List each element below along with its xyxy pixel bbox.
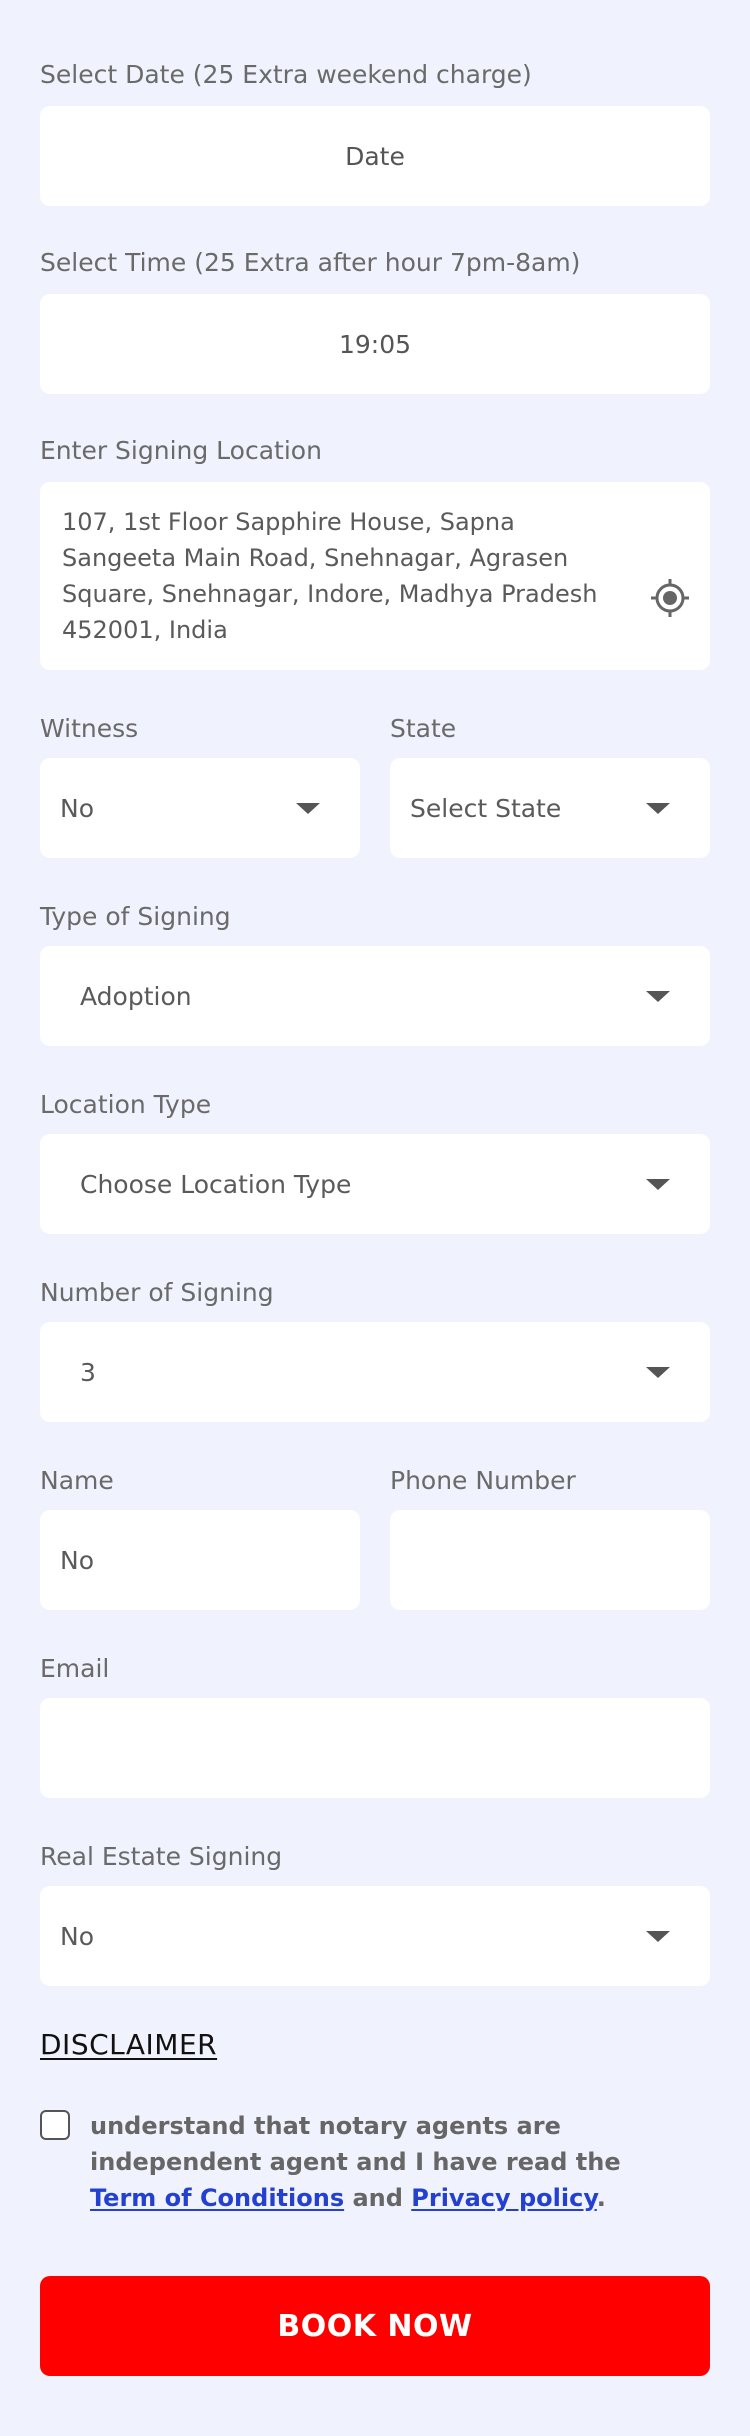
signing-type-value: Adoption <box>80 981 192 1011</box>
terms-link[interactable]: Term of Conditions <box>90 2184 344 2212</box>
time-field[interactable]: 19:05 <box>40 294 710 394</box>
date-field[interactable]: Date <box>40 106 710 206</box>
agree-text-middle: and <box>344 2184 412 2212</box>
state-label: State <box>390 714 457 743</box>
time-label: Select Time (25 Extra after hour 7pm-8am… <box>40 248 581 277</box>
number-of-signing-select[interactable]: 3 <box>40 1322 710 1422</box>
book-now-button[interactable]: BOOK NOW <box>40 2276 710 2376</box>
number-of-signing-label: Number of Signing <box>40 1278 274 1307</box>
real-estate-select[interactable]: No <box>40 1886 710 1986</box>
witness-value: No <box>60 793 94 823</box>
agree-text: understand that notary agents are indepe… <box>90 2108 690 2216</box>
state-value: Select State <box>410 793 562 823</box>
chevron-down-icon <box>646 803 670 814</box>
chevron-down-icon <box>646 1179 670 1190</box>
chevron-down-icon <box>296 803 320 814</box>
name-label: Name <box>40 1466 114 1495</box>
witness-select[interactable]: No <box>40 758 360 858</box>
agree-checkbox[interactable] <box>40 2110 70 2140</box>
witness-label: Witness <box>40 714 139 743</box>
booking-form: Select Date (25 Extra weekend charge) Da… <box>0 0 750 2436</box>
signing-type-label: Type of Signing <box>40 902 231 931</box>
location-type-select[interactable]: Choose Location Type <box>40 1134 710 1234</box>
email-label: Email <box>40 1654 110 1683</box>
location-type-label: Location Type <box>40 1090 212 1119</box>
chevron-down-icon <box>646 1367 670 1378</box>
date-label: Select Date (25 Extra weekend charge) <box>40 60 532 89</box>
name-field[interactable]: No <box>40 1510 360 1610</box>
agree-text-before: understand that notary agents are indepe… <box>90 2112 621 2176</box>
chevron-down-icon <box>646 991 670 1002</box>
location-text: 107, 1st Floor Sapphire House, Sapna San… <box>62 508 598 644</box>
phone-label: Phone Number <box>390 1466 576 1495</box>
real-estate-value: No <box>60 1921 94 1951</box>
phone-field[interactable] <box>390 1510 710 1610</box>
number-of-signing-value: 3 <box>80 1357 96 1387</box>
privacy-link[interactable]: Privacy policy <box>411 2184 597 2212</box>
email-field[interactable] <box>40 1698 710 1798</box>
location-type-value: Choose Location Type <box>80 1169 352 1199</box>
location-field[interactable]: 107, 1st Floor Sapphire House, Sapna San… <box>40 482 710 670</box>
disclaimer-title: DISCLAIMER <box>40 2028 218 2061</box>
real-estate-label: Real Estate Signing <box>40 1842 283 1871</box>
location-target-icon[interactable] <box>650 578 690 618</box>
location-label: Enter Signing Location <box>40 436 322 465</box>
agree-text-after: . <box>596 2184 606 2212</box>
chevron-down-icon <box>646 1931 670 1942</box>
state-select[interactable]: Select State <box>390 758 710 858</box>
name-value: No <box>60 1545 94 1575</box>
signing-type-select[interactable]: Adoption <box>40 946 710 1046</box>
